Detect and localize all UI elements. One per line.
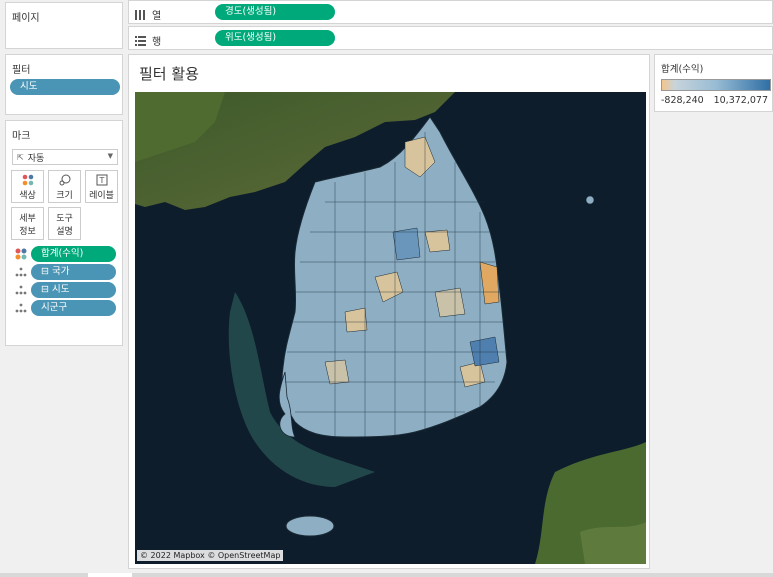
tooltip-button-label-1: 도구 (56, 213, 73, 224)
label-icon: T (96, 173, 108, 187)
mark-type-icon: ⇱ (17, 152, 24, 162)
view-panel: 필터 활용 © 2022 Mapbox © OpenStreetMap (128, 54, 650, 569)
legend-title: 합계(수익) (661, 64, 704, 75)
label-button[interactable]: T 레이블 (85, 170, 118, 203)
rows-shelf-label: 행 (135, 33, 161, 48)
size-button-label: 크기 (56, 190, 73, 201)
color-legend[interactable]: 합계(수익) -828,240 10,372,077 (654, 54, 773, 112)
columns-shelf-label: 열 (135, 7, 161, 22)
legend-min-value: -828,240 (661, 95, 704, 106)
latitude-pill[interactable]: 위도(생성됨) (215, 30, 335, 46)
marks-panel: 마크 ⇱ 자동 ▼ 색상 크기 T 레이블 세부 정보 도구 설명 합계(수익)… (5, 120, 123, 346)
tooltip-button[interactable]: 도구 설명 (48, 207, 81, 240)
mark-pill-sum-profit[interactable]: 합계(수익) (31, 246, 116, 262)
longitude-pill[interactable]: 경도(생성됨) (215, 4, 335, 20)
detail-button[interactable]: 세부 정보 (11, 207, 44, 240)
tooltip-button-label-2: 설명 (56, 226, 73, 237)
view-title: 필터 활용 (139, 65, 199, 83)
mark-field-row[interactable]: ⊟ 시도 (14, 282, 116, 298)
filters-title: 필터 (12, 65, 31, 76)
detail-mark-icon (15, 303, 27, 313)
marks-title: 마크 (12, 131, 31, 142)
sheet-tab[interactable] (88, 573, 132, 577)
columns-shelf[interactable]: 열 경도(생성됨) (128, 0, 773, 24)
filters-panel[interactable]: 필터 시도 (5, 54, 123, 115)
mark-pill-country[interactable]: ⊟ 국가 (31, 264, 116, 280)
color-button[interactable]: 색상 (11, 170, 44, 203)
mark-pill-sigungu[interactable]: 시군구 (31, 300, 116, 316)
map-canvas[interactable]: © 2022 Mapbox © OpenStreetMap (135, 92, 646, 564)
columns-icon (135, 9, 145, 20)
color-mark-icon (15, 248, 27, 260)
mark-type-select[interactable]: ⇱ 자동 ▼ (12, 149, 118, 165)
mark-field-row[interactable]: 합계(수익) (14, 246, 116, 262)
svg-text:T: T (98, 176, 104, 185)
filter-pill-sido[interactable]: 시도 (10, 79, 120, 95)
detail-mark-icon (15, 285, 27, 295)
mark-type-value: 자동 (27, 153, 45, 164)
size-icon (59, 173, 71, 187)
color-palette-icon (22, 173, 34, 187)
mark-field-row[interactable]: ⊟ 국가 (14, 264, 116, 280)
chevron-down-icon: ▼ (107, 152, 113, 160)
rows-icon (135, 35, 146, 46)
detail-button-label-1: 세부 (19, 213, 36, 224)
mark-field-row[interactable]: 시군구 (14, 300, 116, 316)
rows-label-text: 행 (152, 37, 162, 48)
legend-gradient (661, 79, 771, 91)
detail-mark-icon (15, 267, 27, 277)
pages-title: 페이지 (12, 13, 40, 24)
label-button-label: 레이블 (89, 190, 114, 201)
pages-panel[interactable]: 페이지 (5, 2, 123, 49)
size-button[interactable]: 크기 (48, 170, 81, 203)
color-button-label: 색상 (19, 190, 36, 201)
legend-max-value: 10,372,077 (713, 95, 768, 106)
columns-label-text: 열 (152, 11, 162, 22)
detail-button-label-2: 정보 (19, 226, 36, 237)
mark-pill-sido[interactable]: ⊟ 시도 (31, 282, 116, 298)
satellite-map (135, 92, 646, 564)
map-attribution[interactable]: © 2022 Mapbox © OpenStreetMap (137, 550, 284, 561)
rows-shelf[interactable]: 행 위도(생성됨) (128, 26, 773, 50)
